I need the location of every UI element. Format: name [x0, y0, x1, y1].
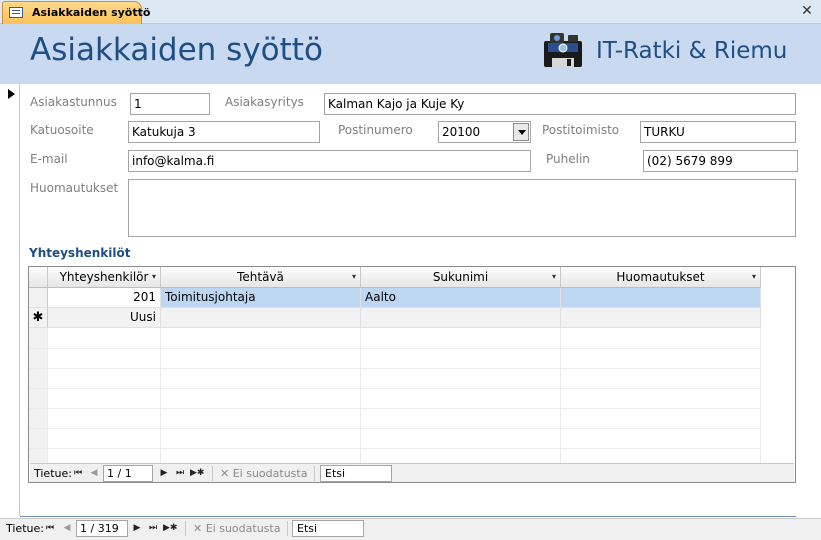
- huomautukset-label: Huomautukset: [30, 181, 119, 195]
- document-tab-label: Asiakkaiden syöttö: [32, 6, 151, 19]
- column-header-label: Huomautukset: [616, 270, 705, 284]
- chevron-down-icon[interactable]: [513, 123, 529, 141]
- table-cell-tehtava[interactable]: Toimitusjohtaja: [161, 288, 361, 308]
- sort-dropdown-icon[interactable]: ▾: [752, 267, 756, 287]
- column-header-label: Tehtävä: [237, 270, 284, 284]
- new-record-nav-icon[interactable]: ▶✱: [190, 466, 204, 480]
- camera-disk-icon: [544, 33, 582, 67]
- column-header-yhteyshenkilo[interactable]: Yhteyshenkilör ▾: [48, 267, 161, 288]
- first-record-icon[interactable]: ⏮: [72, 466, 84, 480]
- asiakastunnus-field[interactable]: 1: [130, 93, 210, 115]
- yhteyshenkilot-title: Yhteyshenkilöt: [29, 246, 131, 260]
- document-tab-bar: Asiakkaiden syöttö ✕: [0, 0, 821, 24]
- asiakastunnus-label: Asiakastunnus: [30, 95, 117, 109]
- postitoimisto-field[interactable]: TURKU: [640, 121, 796, 143]
- form-title: Asiakkaiden syöttö: [30, 32, 323, 68]
- next-record-icon[interactable]: ▶: [158, 466, 170, 480]
- asiakasyritys-label: Asiakasyritys: [225, 95, 304, 109]
- last-record-icon[interactable]: ⏭: [174, 466, 186, 480]
- new-row-cell[interactable]: Uusi: [48, 308, 161, 328]
- contacts-subform: Yhteyshenkilör ▾ Tehtävä ▾ Sukunimi ▾ Huoma…: [28, 266, 796, 483]
- select-all-corner[interactable]: [29, 267, 48, 288]
- column-header-sukunimi[interactable]: Sukunimi ▾: [361, 267, 561, 288]
- table-cell-huomautukset[interactable]: [561, 288, 761, 308]
- subform-record-navigation: Tietue: ⏮ ◀ 1 / 1 ▶ ⏭ ▶✱ ✕ Ei suodatusta…: [30, 463, 794, 482]
- filter-status-label: Ei suodatusta: [205, 522, 281, 535]
- new-row-cell[interactable]: [361, 308, 561, 328]
- form-header: Asiakkaiden syöttö IT-Ratki & Riemu: [0, 24, 821, 84]
- main-record-navigation: Tietue: ⏮ ◀ 1 / 319 ▶ ⏭ ▶✱ ✕ Ei suodatus…: [0, 518, 821, 540]
- form-footer-divider: [20, 516, 796, 517]
- column-header-tehtava[interactable]: Tehtävä ▾: [161, 267, 361, 288]
- new-row-cell[interactable]: [561, 308, 761, 328]
- empty-grid-area: [29, 328, 761, 463]
- puhelin-field[interactable]: (02) 5679 899: [643, 150, 798, 172]
- filter-status-label: Ei suodatusta: [232, 467, 308, 480]
- new-row-cell[interactable]: [161, 308, 361, 328]
- column-header-label: Sukunimi: [432, 270, 489, 284]
- katuosoite-field[interactable]: Katukuja 3: [128, 121, 320, 143]
- filter-status[interactable]: ✕ Ei suodatusta: [220, 467, 307, 480]
- next-record-icon[interactable]: ▶: [131, 521, 143, 535]
- row-selector[interactable]: [29, 288, 48, 308]
- postinumero-label: Postinumero: [338, 123, 413, 137]
- filter-status[interactable]: ✕ Ei suodatusta: [193, 522, 280, 535]
- record-nav-label: Tietue:: [34, 467, 72, 480]
- last-record-icon[interactable]: ⏭: [147, 521, 159, 535]
- brand-name: IT-Ratki & Riemu: [596, 38, 788, 64]
- record-selector[interactable]: [0, 84, 20, 516]
- contacts-datasheet: Yhteyshenkilör ▾ Tehtävä ▾ Sukunimi ▾ Huoma…: [29, 267, 795, 463]
- previous-record-icon[interactable]: ◀: [61, 521, 73, 535]
- previous-record-icon[interactable]: ◀: [88, 466, 100, 480]
- asiakasyritys-field[interactable]: Kalman Kajo ja Kuje Ky: [324, 93, 796, 115]
- huomautukset-field[interactable]: [128, 179, 796, 237]
- form-icon: [9, 7, 23, 18]
- record-position-input[interactable]: 1 / 319: [76, 520, 128, 537]
- katuosoite-label: Katuosoite: [30, 123, 94, 137]
- postitoimisto-label: Postitoimisto: [542, 123, 620, 137]
- table-cell-id[interactable]: 201: [48, 288, 161, 308]
- column-header-huomautukset[interactable]: Huomautukset ▾: [561, 267, 761, 288]
- close-icon[interactable]: ✕: [800, 3, 814, 19]
- first-record-icon[interactable]: ⏮: [44, 521, 56, 535]
- puhelin-label: Puhelin: [546, 152, 590, 166]
- new-record-nav-icon[interactable]: ▶✱: [163, 521, 177, 535]
- sort-dropdown-icon[interactable]: ▾: [352, 267, 356, 287]
- sort-dropdown-icon[interactable]: ▾: [552, 267, 556, 287]
- record-nav-label: Tietue:: [6, 522, 44, 535]
- record-position-input[interactable]: 1 / 1: [103, 465, 153, 482]
- document-tab[interactable]: Asiakkaiden syöttö: [2, 1, 150, 24]
- email-label: E-mail: [30, 152, 68, 166]
- table-cell-sukunimi[interactable]: Aalto: [361, 288, 561, 308]
- search-input[interactable]: Etsi: [292, 520, 364, 537]
- sort-dropdown-icon[interactable]: ▾: [152, 267, 156, 287]
- column-header-label: Yhteyshenkilör: [59, 270, 149, 284]
- new-record-icon[interactable]: ✱: [29, 308, 48, 328]
- email-field[interactable]: info@kalma.fi: [128, 150, 531, 172]
- search-input[interactable]: Etsi: [320, 465, 392, 482]
